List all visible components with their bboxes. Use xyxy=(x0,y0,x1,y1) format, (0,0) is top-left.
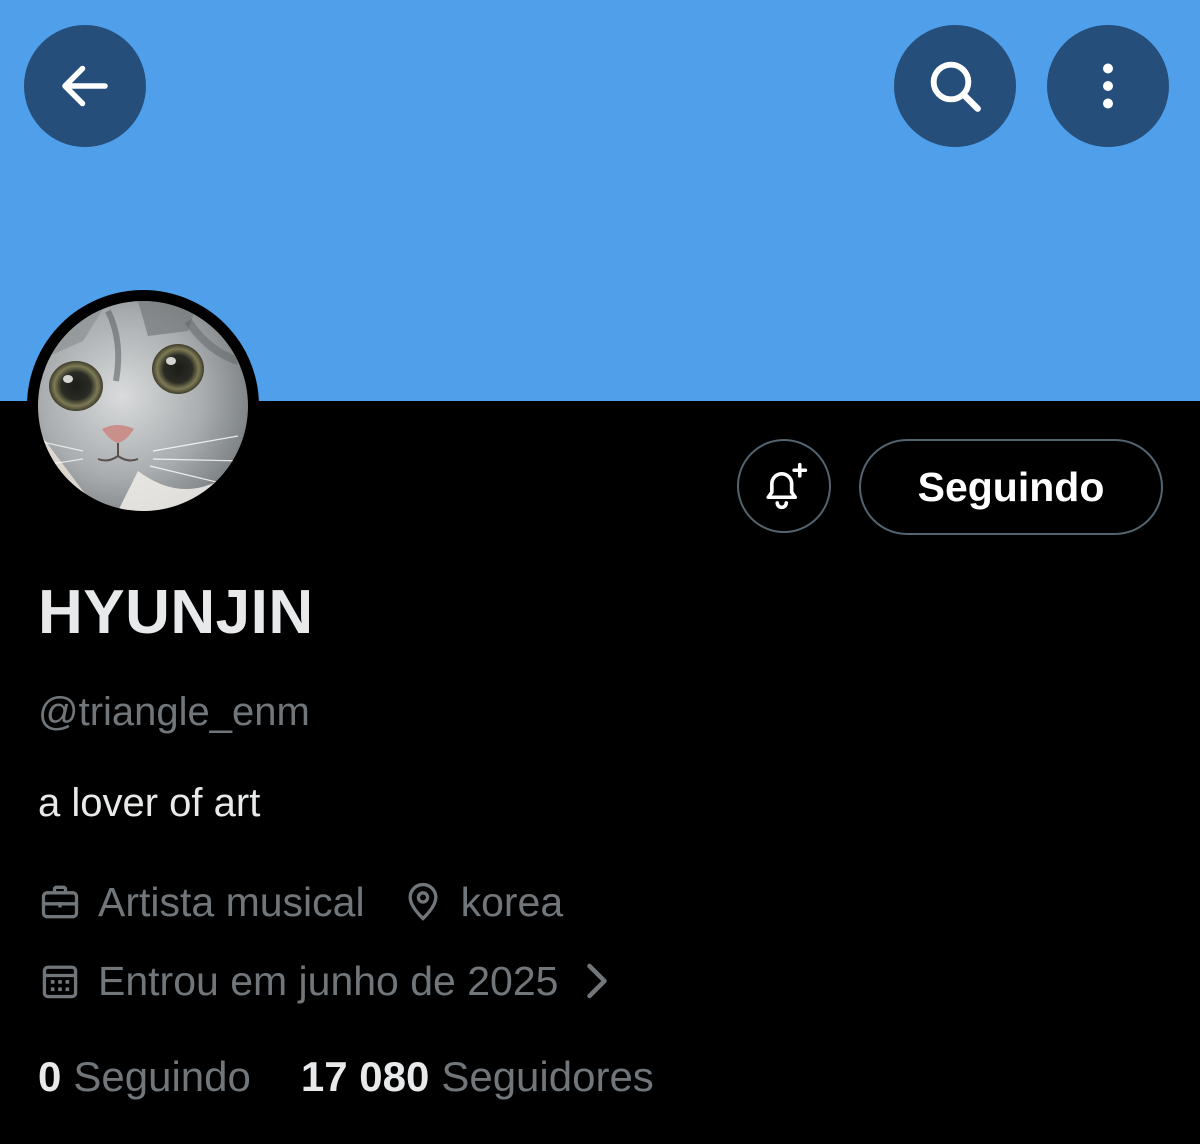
arrow-left-icon xyxy=(62,65,108,107)
search-icon xyxy=(930,61,981,112)
followers-label: Seguidores xyxy=(441,1053,654,1100)
profile-meta-row: Artista musical korea xyxy=(38,878,563,926)
cat-photo-image xyxy=(38,301,248,511)
joined-date: Entrou em junho de 2025 xyxy=(98,958,559,1004)
profile-bio: a lover of art xyxy=(38,781,261,825)
more-vertical-icon xyxy=(1103,63,1113,109)
following-stat-link[interactable]: 0 Seguindo xyxy=(38,1052,251,1102)
display-name: HYUNJIN xyxy=(38,578,314,647)
location-pin-icon xyxy=(401,880,445,924)
followers-count: 17 080 xyxy=(300,1053,430,1100)
chevron-right-icon xyxy=(582,961,612,1001)
following-label: Seguindo xyxy=(73,1053,251,1100)
profile-category: Artista musical xyxy=(98,879,365,925)
follow-stats: 0 Seguindo 17 080 Seguidores xyxy=(38,1052,654,1102)
username-handle: @triangle_enm xyxy=(38,690,310,734)
profile-location: korea xyxy=(460,879,564,925)
calendar-icon xyxy=(38,959,82,1003)
following-count: 0 xyxy=(38,1053,62,1100)
avatar[interactable] xyxy=(38,301,248,511)
back-button[interactable] xyxy=(24,25,146,147)
search-button[interactable] xyxy=(894,25,1016,147)
more-options-button[interactable] xyxy=(1047,25,1169,147)
notifications-button[interactable] xyxy=(737,439,831,533)
briefcase-icon xyxy=(38,880,82,924)
joined-date-row[interactable]: Entrou em junho de 2025 xyxy=(38,957,612,1005)
following-button[interactable]: Seguindo xyxy=(859,439,1163,535)
followers-stat-link[interactable]: 17 080 Seguidores xyxy=(301,1052,654,1102)
bell-plus-icon xyxy=(766,462,808,510)
